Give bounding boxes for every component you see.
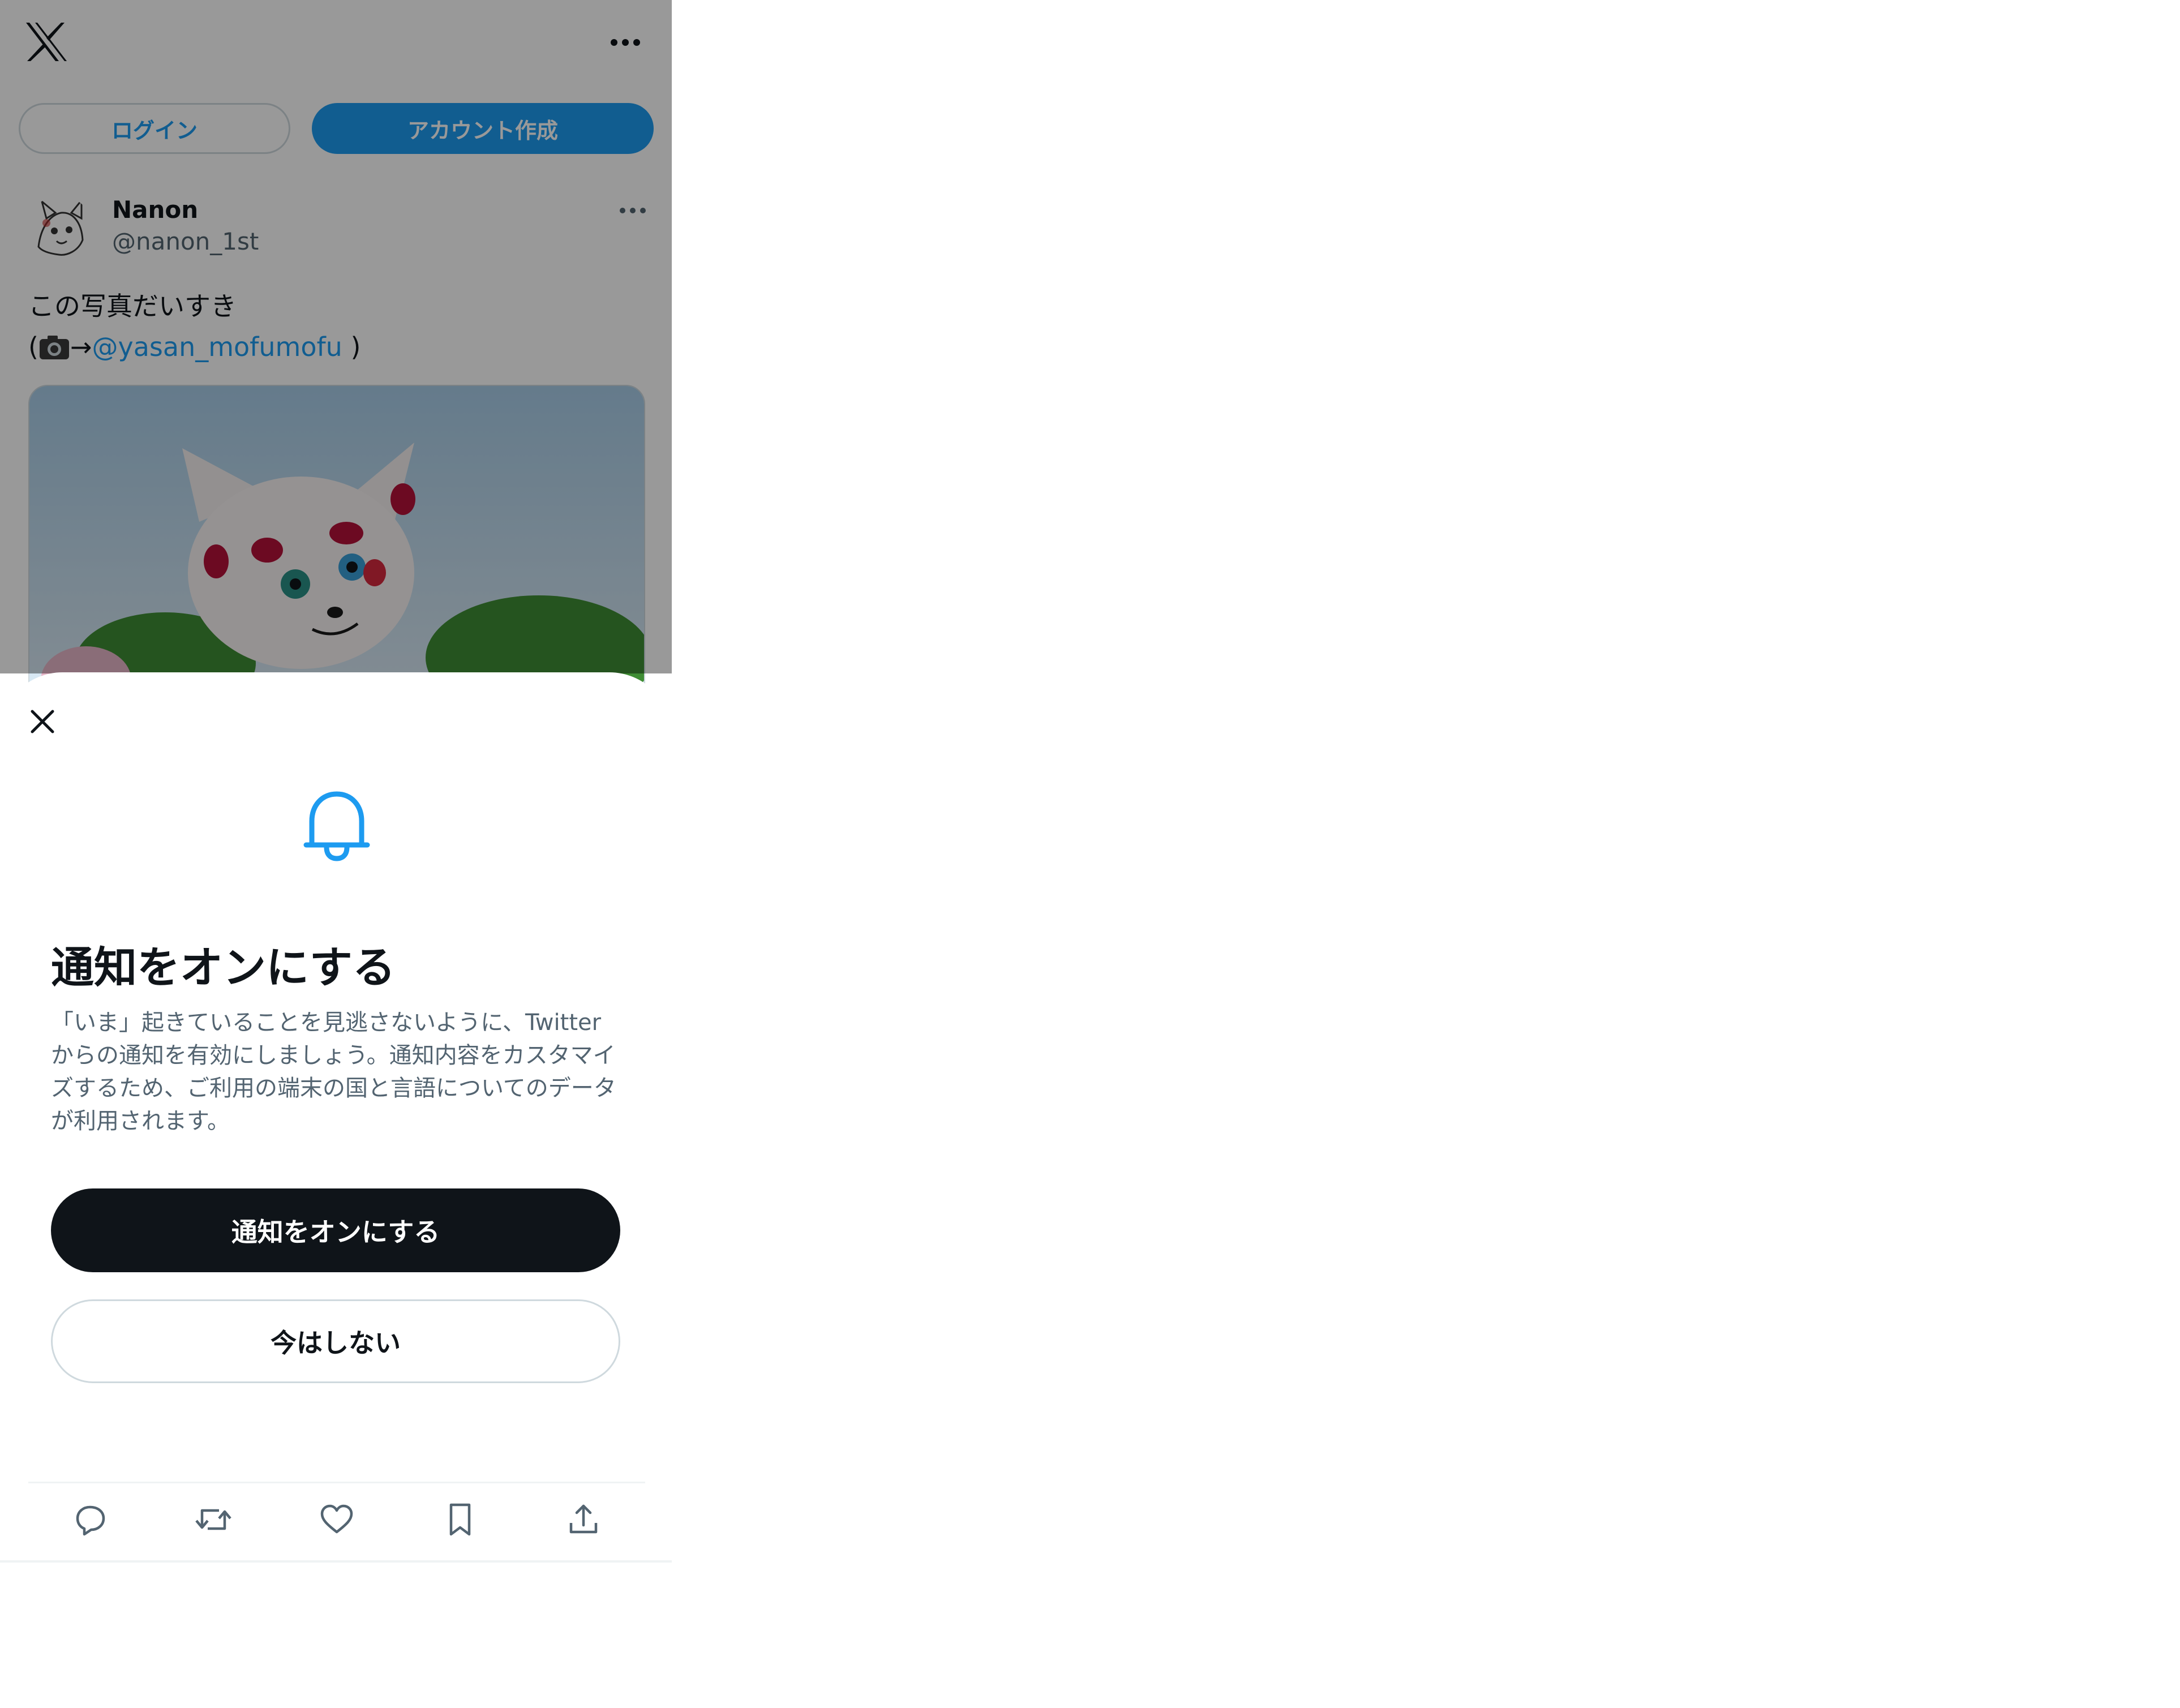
bookmark-icon[interactable] xyxy=(437,1497,483,1542)
action-bar-divider-bottom xyxy=(0,1560,672,1563)
retweet-icon[interactable] xyxy=(191,1497,236,1542)
app-window: ログイン アカウント作成 Nanon @nanon_1st この写真だいすき (… xyxy=(0,0,672,1563)
tweet-action-bar xyxy=(28,1494,645,1545)
not-now-button[interactable]: 今はしない xyxy=(51,1299,620,1383)
action-bar-divider-top xyxy=(28,1482,645,1483)
reply-icon[interactable] xyxy=(67,1497,113,1542)
sheet-description: 「いま」起きていることを見逃さないように、Twitterからの通知を有効にしまし… xyxy=(51,1010,616,1134)
bell-icon xyxy=(303,788,371,862)
sheet-title: 通知をオンにする xyxy=(51,942,396,993)
modal-overlay[interactable] xyxy=(0,0,672,673)
notification-sheet: 通知をオンにする 「いま」起きていることを見逃さないように、Twitterからの… xyxy=(0,672,672,1563)
share-icon[interactable] xyxy=(561,1497,606,1542)
like-icon[interactable] xyxy=(314,1497,359,1542)
enable-notifications-button[interactable]: 通知をオンにする xyxy=(51,1188,620,1272)
close-icon[interactable] xyxy=(23,702,62,741)
